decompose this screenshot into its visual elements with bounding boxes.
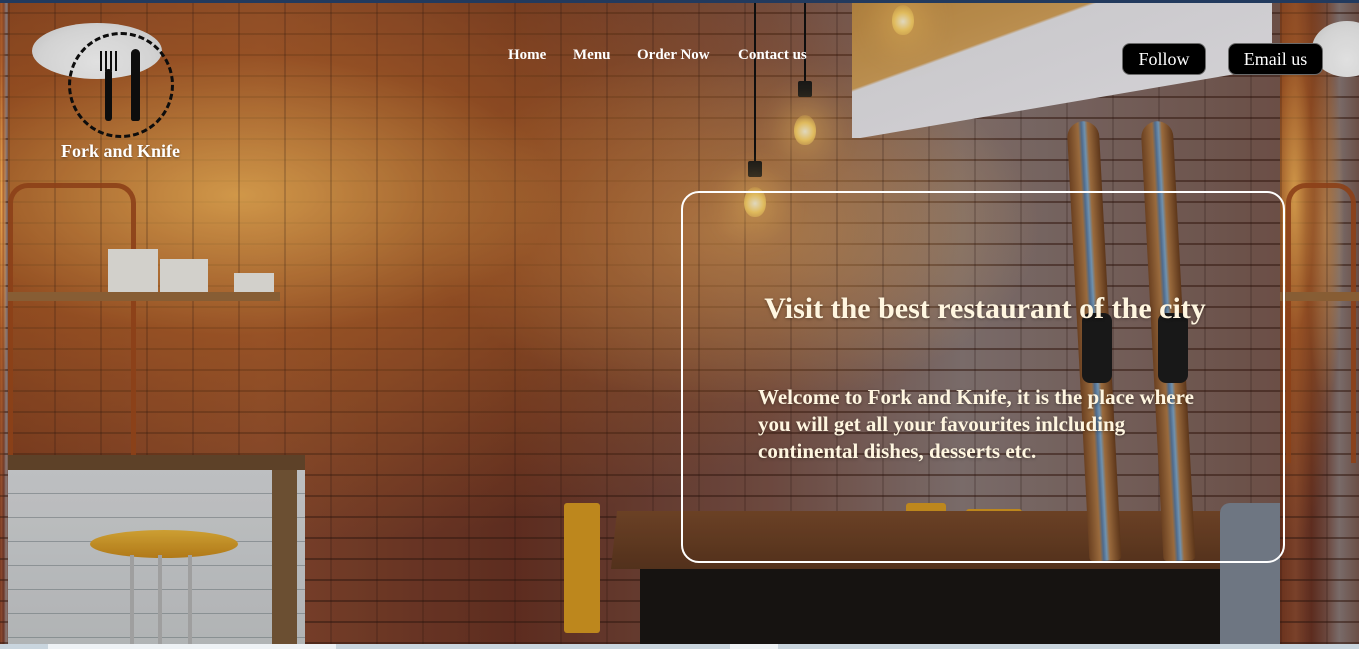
nav-link-order-now[interactable]: Order Now	[637, 47, 710, 64]
follow-button[interactable]: Follow	[1122, 43, 1206, 75]
hero-title: Visit the best restaurant of the city	[764, 292, 1206, 325]
hero-card	[681, 191, 1285, 563]
nav-link-home[interactable]: Home	[508, 47, 546, 64]
background-image-left-tile	[0, 3, 8, 644]
nav-link-menu[interactable]: Menu	[573, 47, 611, 64]
horizontal-scrollbar[interactable]	[0, 644, 1359, 649]
background-image-right-tile	[1280, 3, 1359, 644]
nav-link-contact-us[interactable]: Contact us	[738, 47, 807, 64]
email-us-button[interactable]: Email us	[1228, 43, 1323, 75]
brand-name: Fork and Knife	[61, 141, 181, 161]
hero-description: Welcome to Fork and Knife, it is the pla…	[758, 385, 1194, 463]
